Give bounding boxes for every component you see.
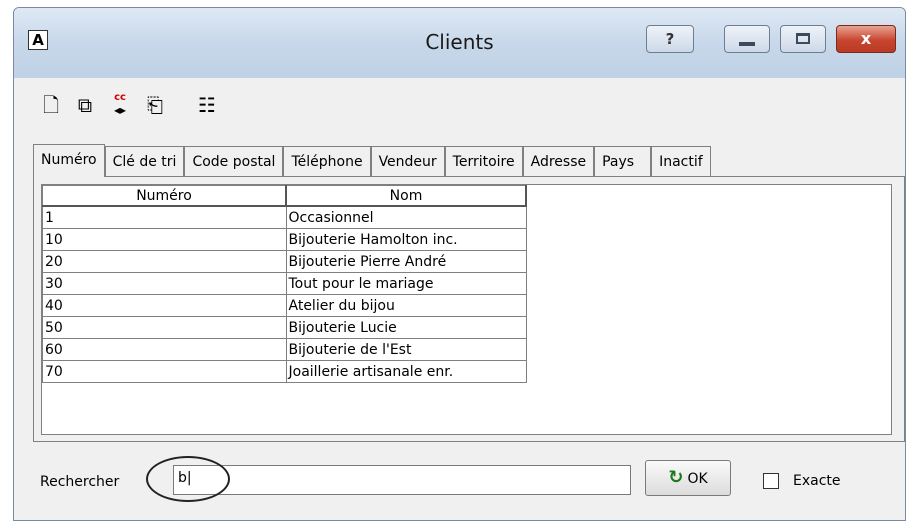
search-label: Rechercher xyxy=(40,474,120,490)
cell-numero: 30 xyxy=(42,272,287,295)
table-row[interactable]: 1 Occasionnel xyxy=(42,205,527,229)
tab-inactif[interactable]: Inactif xyxy=(651,146,711,176)
table-row[interactable]: 60 Bijouterie de l'Est xyxy=(42,338,527,361)
cell-numero: 40 xyxy=(42,294,287,317)
search-input[interactable]: b| xyxy=(173,465,631,495)
table-header-row: Numéro Nom xyxy=(42,185,527,207)
table-row[interactable]: 40 Atelier du bijou xyxy=(42,294,527,317)
exact-label: Exacte xyxy=(793,473,841,489)
cell-nom: Occasionnel xyxy=(285,205,527,229)
clients-window: A Clients ? x 🗋 ⧉ cc ◂▸ ⎗ ☷ Numéro Clé de… xyxy=(13,7,906,521)
clients-grid[interactable]: Numéro Nom 1 Occasionnel 10 Bijouterie Ham… xyxy=(41,184,892,435)
column-header-nom[interactable]: Nom xyxy=(285,185,527,207)
tab-pays[interactable]: Pays xyxy=(594,146,652,176)
cell-nom: Joaillerie artisanale enr. xyxy=(285,360,527,383)
tab-panel: Numéro Nom 1 Occasionnel 10 Bijouterie Ham… xyxy=(33,176,905,442)
minimize-icon xyxy=(739,42,755,46)
table-row[interactable]: 10 Bijouterie Hamolton inc. xyxy=(42,228,527,251)
ok-button[interactable]: ↻ OK xyxy=(645,460,731,496)
cell-numero: 20 xyxy=(42,250,287,273)
cell-nom: Bijouterie Hamolton inc. xyxy=(285,228,527,251)
copy-window-icon[interactable]: ⧉ xyxy=(72,92,98,118)
cell-numero: 1 xyxy=(42,205,287,229)
maximize-icon xyxy=(796,33,810,44)
exact-checkbox-group[interactable]: Exacte xyxy=(763,473,841,489)
ok-label: OK xyxy=(687,471,708,487)
new-document-icon[interactable]: 🗋 xyxy=(38,92,64,118)
cell-nom: Bijouterie de l'Est xyxy=(285,338,527,361)
tab-strip: Numéro Clé de tri Code postal Téléphone … xyxy=(33,144,711,177)
clients-table: Numéro Nom 1 Occasionnel 10 Bijouterie Ham… xyxy=(42,185,527,383)
cell-numero: 70 xyxy=(42,360,287,383)
minimize-button[interactable] xyxy=(724,25,770,53)
exact-checkbox[interactable] xyxy=(763,473,779,489)
maximize-button[interactable] xyxy=(780,25,826,53)
cc-arrows-icon[interactable]: cc ◂▸ xyxy=(107,92,133,118)
help-button[interactable]: ? xyxy=(646,25,694,53)
toolbar: 🗋 ⧉ cc ◂▸ ⎗ ☷ xyxy=(14,78,905,133)
green-arrow-icon: ↻ xyxy=(668,467,684,488)
cell-nom: Tout pour le mariage xyxy=(285,272,527,295)
table-row[interactable]: 20 Bijouterie Pierre André xyxy=(42,250,527,273)
tab-cle-de-tri[interactable]: Clé de tri xyxy=(104,146,185,176)
table-row[interactable]: 50 Bijouterie Lucie xyxy=(42,316,527,339)
tab-telephone[interactable]: Téléphone xyxy=(283,146,371,176)
title-bar[interactable]: A Clients ? x xyxy=(14,8,905,79)
tab-adresse[interactable]: Adresse xyxy=(522,146,595,176)
search-bar: Rechercher b| ↻ OK Exacte xyxy=(33,456,905,508)
cell-numero: 10 xyxy=(42,228,287,251)
tab-numero[interactable]: Numéro xyxy=(33,144,105,177)
window-title: Clients xyxy=(425,30,494,54)
table-row[interactable]: 30 Tout pour le mariage xyxy=(42,272,527,295)
cell-numero: 60 xyxy=(42,338,287,361)
tab-vendeur[interactable]: Vendeur xyxy=(370,146,445,176)
cell-numero: 50 xyxy=(42,316,287,339)
close-button[interactable]: x xyxy=(836,25,896,53)
cell-nom: Bijouterie Lucie xyxy=(285,316,527,339)
cell-nom: Atelier du bijou xyxy=(285,294,527,317)
tab-territoire[interactable]: Territoire xyxy=(444,146,523,176)
table-row[interactable]: 70 Joaillerie artisanale enr. xyxy=(42,360,527,383)
highlight-circle xyxy=(146,456,230,502)
properties-icon[interactable]: ☷ xyxy=(194,92,220,118)
export-icon[interactable]: ⎗ xyxy=(142,92,168,118)
cell-nom: Bijouterie Pierre André xyxy=(285,250,527,273)
tab-code-postal[interactable]: Code postal xyxy=(184,146,284,176)
column-header-numero[interactable]: Numéro xyxy=(42,185,287,207)
